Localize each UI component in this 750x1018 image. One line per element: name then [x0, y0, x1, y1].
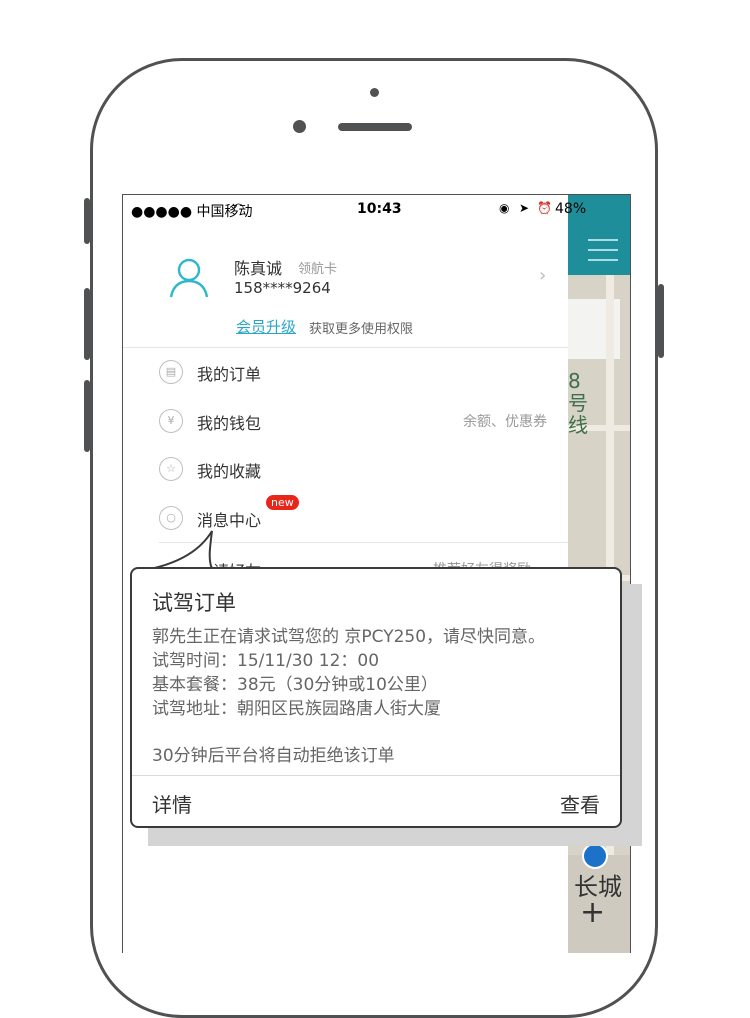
volume-up-button: [84, 288, 90, 360]
divider: [123, 347, 568, 348]
popup-address-text: 试驾地址：朝阳区民族园路唐人街大厦: [152, 699, 441, 719]
power-button: [658, 284, 664, 358]
menu-item-favorites[interactable]: ☆ 我的收藏: [159, 455, 559, 485]
popup-package-text: 基本套餐：38元（30分钟或10公里）: [152, 675, 438, 695]
status-bar: ●●●●● 中国移动 ◠ 10:43 ◉ ➤ ⏰ 48%: [123, 195, 586, 223]
new-badge: new: [266, 495, 299, 510]
car-location-icon[interactable]: [582, 843, 608, 869]
wifi-icon: ◠: [233, 201, 245, 216]
clock: 10:43: [357, 201, 402, 217]
wallet-yen-icon: ¥: [159, 409, 183, 433]
user-avatar-icon[interactable]: [169, 257, 209, 299]
upgrade-description: 获取更多使用权限: [309, 322, 414, 337]
order-icon: ▤: [159, 360, 183, 384]
menu-label: 我的钱包: [197, 414, 262, 433]
details-button[interactable]: 详情: [152, 789, 192, 818]
view-button[interactable]: 查看: [560, 789, 600, 818]
menu-label: 我的订单: [197, 365, 262, 384]
popup-title: 试驾订单: [152, 591, 236, 615]
user-name: 陈真诚: [234, 259, 283, 278]
popup-note-text: 30分钟后平台将自动拒绝该订单: [152, 746, 395, 766]
member-upgrade-link[interactable]: 会员升级: [236, 316, 296, 337]
map-metro-label: 8号线: [568, 369, 588, 437]
test-drive-popup: 试驾订单 郭先生正在请求试驾您的 京PCY250，请尽快同意。 试驾时间：15/…: [130, 567, 622, 828]
chevron-right-icon[interactable]: ›: [539, 265, 546, 286]
list-menu-icon[interactable]: [588, 239, 618, 241]
location-arrow-icon: ➤: [519, 201, 530, 215]
popup-request-text: 郭先生正在请求试驾您的 京PCY250，请尽快同意。: [152, 627, 546, 647]
earpiece-speaker: [338, 123, 412, 131]
popup-pointer: [150, 530, 214, 570]
lock-rotation-icon: ◉: [499, 201, 510, 215]
star-icon: ☆: [159, 457, 183, 481]
battery-percent: 48%: [555, 201, 587, 217]
divider: [159, 542, 568, 543]
front-sensor: [370, 88, 379, 97]
popup-divider: [132, 775, 620, 776]
alarm-icon: ⏰: [537, 201, 552, 215]
user-phone: 158****9264: [234, 279, 331, 297]
menu-item-wallet[interactable]: ¥ 我的钱包 余额、优惠券: [159, 407, 559, 437]
mute-switch: [84, 198, 90, 244]
card-type: 领航卡: [298, 262, 338, 277]
front-camera: [293, 120, 306, 133]
menu-label: 我的收藏: [197, 462, 262, 481]
popup-time-text: 试驾时间：15/11/30 12：00: [152, 651, 380, 671]
zoom-in-icon[interactable]: +: [580, 895, 605, 930]
menu-item-orders[interactable]: ▤ 我的订单: [159, 358, 559, 388]
volume-down-button: [84, 380, 90, 452]
menu-extra: 余额、优惠券: [463, 414, 547, 430]
